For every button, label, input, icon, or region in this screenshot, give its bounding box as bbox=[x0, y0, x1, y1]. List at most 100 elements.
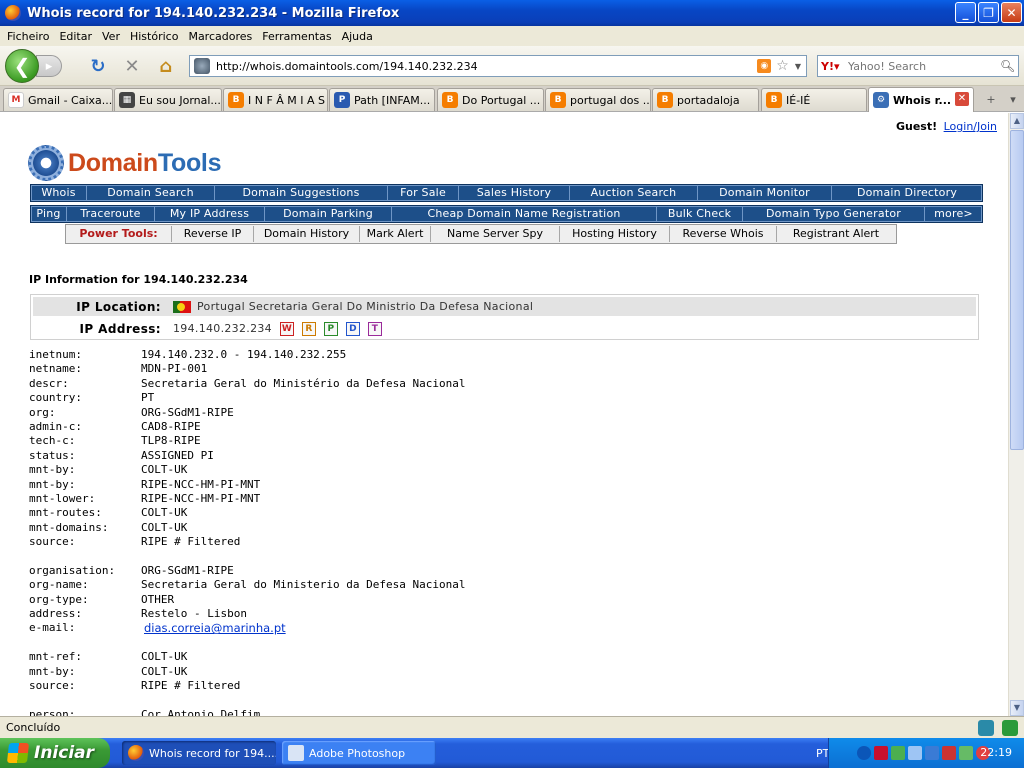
tab-do-portugal[interactable]: B Do Portugal ... bbox=[437, 88, 544, 111]
tab-eu-sou-jornal[interactable]: ▦ Eu sou Jornal... bbox=[114, 88, 222, 111]
whois-value: COLT-UK bbox=[141, 664, 188, 678]
security-alert-icon[interactable] bbox=[942, 746, 956, 760]
nav-domain-directory[interactable]: Domain Directory bbox=[832, 186, 982, 200]
nav-whois[interactable]: Whois bbox=[31, 186, 87, 200]
tab-portugal-dos[interactable]: B portugal dos ... bbox=[545, 88, 651, 111]
nav-domain-search[interactable]: Domain Search bbox=[87, 186, 215, 200]
power-name-server-spy[interactable]: Name Server Spy bbox=[431, 226, 560, 242]
whois-key: source: bbox=[29, 535, 76, 549]
menu-marcadores[interactable]: Marcadores bbox=[183, 30, 257, 43]
menu-ver[interactable]: Ver bbox=[97, 30, 125, 43]
reverse-ip-badge[interactable]: R bbox=[301, 321, 316, 336]
login-join-link[interactable]: Login/Join bbox=[944, 120, 997, 133]
whois-badge[interactable]: W bbox=[279, 321, 294, 336]
network-status-icon[interactable] bbox=[925, 746, 939, 760]
search-input[interactable] bbox=[848, 59, 1000, 73]
scroll-down-icon[interactable]: ▼ bbox=[1010, 700, 1024, 716]
security-status-icon[interactable] bbox=[1002, 720, 1018, 736]
power-domain-history[interactable]: Domain History bbox=[254, 226, 360, 242]
portugal-flag-icon bbox=[173, 300, 191, 313]
email-link[interactable]: dias.correia@marinha.pt bbox=[144, 621, 286, 635]
minimize-button[interactable]: _ bbox=[955, 2, 976, 23]
nav-more[interactable]: more> bbox=[925, 207, 982, 221]
power-registrant-alert[interactable]: Registrant Alert bbox=[777, 226, 895, 242]
menu-historico[interactable]: Histórico bbox=[125, 30, 183, 43]
power-mark-alert[interactable]: Mark Alert bbox=[360, 226, 431, 242]
nav-bulk-check[interactable]: Bulk Check bbox=[657, 207, 743, 221]
task-firefox[interactable]: Whois record for 194.... bbox=[122, 741, 276, 765]
nav-ping[interactable]: Ping bbox=[31, 207, 67, 221]
traceroute-badge[interactable]: T bbox=[367, 321, 382, 336]
dns-badge[interactable]: D bbox=[345, 321, 360, 336]
vertical-scrollbar[interactable]: ▲ ▼ bbox=[1008, 113, 1024, 716]
menu-ajuda[interactable]: Ajuda bbox=[337, 30, 378, 43]
power-tools-bar: Power Tools: Reverse IP Domain History M… bbox=[65, 224, 897, 244]
nav-cheap-domain-registration[interactable]: Cheap Domain Name Registration bbox=[392, 207, 657, 221]
signal-icon[interactable] bbox=[959, 746, 973, 760]
power-reverse-whois[interactable]: Reverse Whois bbox=[670, 226, 777, 242]
ip-address-label: IP Address: bbox=[79, 321, 161, 336]
task-photoshop[interactable]: Adobe Photoshop bbox=[282, 741, 436, 765]
speaker-icon[interactable] bbox=[908, 746, 922, 760]
back-button[interactable]: ❮ bbox=[5, 49, 39, 83]
bookmark-star-icon[interactable]: ☆ bbox=[776, 58, 789, 74]
start-button[interactable]: Iniciar bbox=[0, 738, 110, 768]
nav-domain-monitor[interactable]: Domain Monitor bbox=[698, 186, 832, 200]
whois-key: mnt-by: bbox=[29, 463, 76, 477]
addon-status-icon[interactable] bbox=[978, 720, 994, 736]
nav-domain-suggestions[interactable]: Domain Suggestions bbox=[215, 186, 388, 200]
whois-key: mnt-domains: bbox=[29, 520, 109, 534]
tab-portadaloja[interactable]: B portadaloja bbox=[652, 88, 759, 111]
nav-domain-parking[interactable]: Domain Parking bbox=[265, 207, 392, 221]
close-window-button[interactable]: ✕ bbox=[1001, 2, 1022, 23]
tab-path[interactable]: P Path [INFAM... bbox=[329, 88, 435, 111]
nav-traceroute[interactable]: Traceroute bbox=[67, 207, 155, 221]
whois-row: inetnum: 194.140.232.0 - 194.140.232.255 bbox=[29, 348, 466, 362]
window-titlebar[interactable]: Whois record for 194.140.232.234 - Mozil… bbox=[0, 0, 1024, 26]
whois-row: source: RIPE # Filtered bbox=[29, 535, 466, 549]
menu-bar: Ficheiro Editar Ver Histórico Marcadores… bbox=[0, 26, 1024, 46]
search-bar[interactable]: Y!▾ 🔍︎ bbox=[817, 55, 1019, 77]
scroll-thumb[interactable] bbox=[1010, 130, 1024, 450]
home-icon[interactable]: ⌂ bbox=[155, 55, 177, 77]
forward-button[interactable]: ▸ bbox=[36, 55, 62, 77]
whois-key: admin-c: bbox=[29, 419, 82, 433]
tray-expand-icon[interactable] bbox=[857, 746, 871, 760]
whois-key: status: bbox=[29, 448, 76, 462]
tab-infamias[interactable]: B I N F Â M I A S bbox=[223, 88, 328, 111]
scroll-up-icon[interactable]: ▲ bbox=[1010, 113, 1024, 129]
list-tabs-icon[interactable]: ▾ bbox=[1003, 89, 1023, 110]
url-dropdown-icon[interactable]: ▼ bbox=[795, 62, 801, 71]
tab-whois-active[interactable]: ⚙ Whois r... ✕ bbox=[868, 87, 974, 112]
nav-for-sale[interactable]: For Sale bbox=[388, 186, 459, 200]
tab-ie-ie[interactable]: B IÉ-IÉ bbox=[761, 88, 867, 111]
nav-auction-search[interactable]: Auction Search bbox=[570, 186, 698, 200]
close-tab-icon[interactable]: ✕ bbox=[955, 92, 969, 106]
ip-address-row: IP Address: 194.140.232.234 W R P D T bbox=[33, 319, 976, 338]
reload-icon[interactable]: ↻ bbox=[87, 55, 109, 77]
ping-badge[interactable]: P bbox=[323, 321, 338, 336]
menu-editar[interactable]: Editar bbox=[54, 30, 97, 43]
ati-icon[interactable] bbox=[874, 746, 888, 760]
url-text[interactable]: http://whois.domaintools.com/194.140.232… bbox=[216, 60, 757, 73]
network-icon[interactable] bbox=[891, 746, 905, 760]
menu-ferramentas[interactable]: Ferramentas bbox=[257, 30, 336, 43]
restore-button[interactable]: ❐ bbox=[978, 2, 999, 23]
whois-value: TLP8-RIPE bbox=[141, 434, 201, 448]
new-tab-icon[interactable]: + bbox=[979, 89, 1003, 110]
yahoo-engine-icon[interactable]: Y!▾ bbox=[818, 60, 848, 73]
search-icon[interactable]: 🔍︎ bbox=[1000, 59, 1018, 73]
domaintools-logo[interactable]: DomainTools bbox=[28, 145, 221, 181]
stop-icon[interactable]: ✕ bbox=[121, 55, 143, 77]
windows-logo-icon bbox=[6, 743, 30, 763]
power-reverse-ip[interactable]: Reverse IP bbox=[172, 226, 254, 242]
rss-feed-icon[interactable]: ◉ bbox=[757, 59, 772, 73]
url-bar[interactable]: http://whois.domaintools.com/194.140.232… bbox=[189, 55, 807, 77]
nav-domain-typo-generator[interactable]: Domain Typo Generator bbox=[743, 207, 925, 221]
power-hosting-history[interactable]: Hosting History bbox=[560, 226, 670, 242]
tab-gmail[interactable]: M Gmail - Caixa... bbox=[3, 88, 113, 111]
menu-ficheiro[interactable]: Ficheiro bbox=[2, 30, 54, 43]
nav-my-ip-address[interactable]: My IP Address bbox=[155, 207, 265, 221]
site-identity-icon[interactable] bbox=[194, 58, 210, 74]
nav-sales-history[interactable]: Sales History bbox=[459, 186, 570, 200]
